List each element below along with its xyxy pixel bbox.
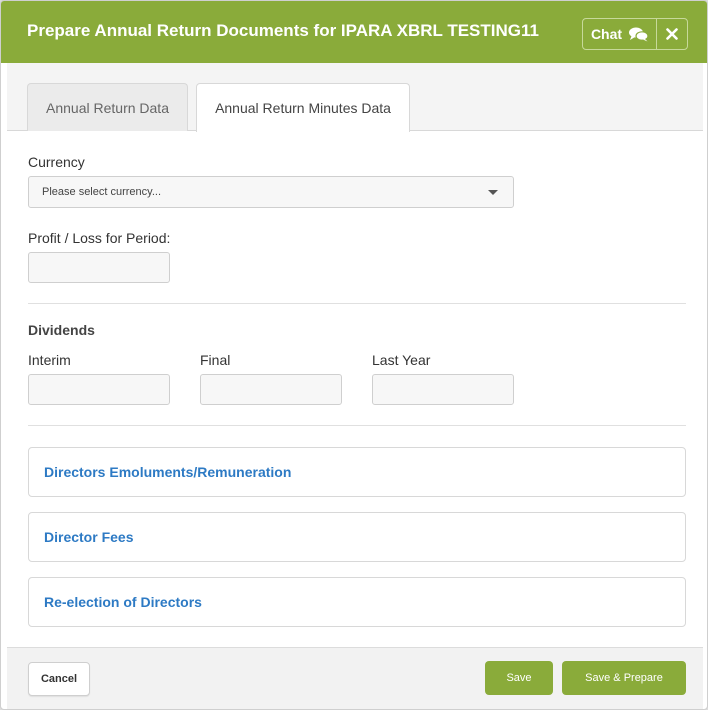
last-year-input[interactable]	[372, 374, 514, 405]
tab-bar: Annual Return Data Annual Return Minutes…	[7, 63, 703, 132]
final-label: Final	[200, 352, 231, 368]
divider	[28, 303, 686, 304]
profit-loss-input[interactable]	[28, 252, 170, 283]
section-re-election-of-directors[interactable]: Re-election of Directors	[28, 577, 686, 627]
close-button[interactable]	[657, 19, 687, 49]
section-directors-emoluments[interactable]: Directors Emoluments/Remuneration	[28, 447, 686, 497]
section-title: Directors Emoluments/Remuneration	[44, 464, 292, 480]
prepare-annual-return-modal: Prepare Annual Return Documents for IPAR…	[0, 0, 708, 710]
modal-header: Prepare Annual Return Documents for IPAR…	[1, 1, 707, 63]
currency-select[interactable]: Please select currency...	[28, 176, 514, 208]
dividends-heading: Dividends	[28, 322, 95, 338]
close-icon	[666, 28, 678, 40]
currency-label: Currency	[28, 154, 85, 170]
caret-down-icon	[488, 190, 498, 195]
section-title: Re-election of Directors	[44, 594, 202, 610]
last-year-label: Last Year	[372, 352, 431, 368]
final-input[interactable]	[200, 374, 342, 405]
interim-label: Interim	[28, 352, 71, 368]
header-button-group: Chat	[582, 18, 688, 50]
modal-title: Prepare Annual Return Documents for IPAR…	[27, 21, 539, 40]
interim-input[interactable]	[28, 374, 170, 405]
save-and-prepare-button[interactable]: Save & Prepare	[562, 661, 686, 695]
profit-loss-label: Profit / Loss for Period:	[28, 230, 171, 246]
minutes-data-form: Currency Please select currency... Profi…	[7, 131, 703, 647]
section-director-fees[interactable]: Director Fees	[28, 512, 686, 562]
tab-annual-return-data[interactable]: Annual Return Data	[27, 83, 188, 131]
save-button[interactable]: Save	[485, 661, 553, 695]
section-title: Director Fees	[44, 529, 134, 545]
cancel-button[interactable]: Cancel	[28, 662, 90, 696]
currency-select-placeholder: Please select currency...	[42, 186, 162, 198]
modal-footer: Cancel Save Save & Prepare	[7, 647, 703, 709]
divider	[28, 425, 686, 426]
chat-button[interactable]: Chat	[583, 19, 657, 49]
tab-annual-return-minutes-data[interactable]: Annual Return Minutes Data	[196, 83, 410, 132]
chat-bubbles-icon	[629, 27, 649, 41]
chat-button-label: Chat	[590, 26, 623, 42]
